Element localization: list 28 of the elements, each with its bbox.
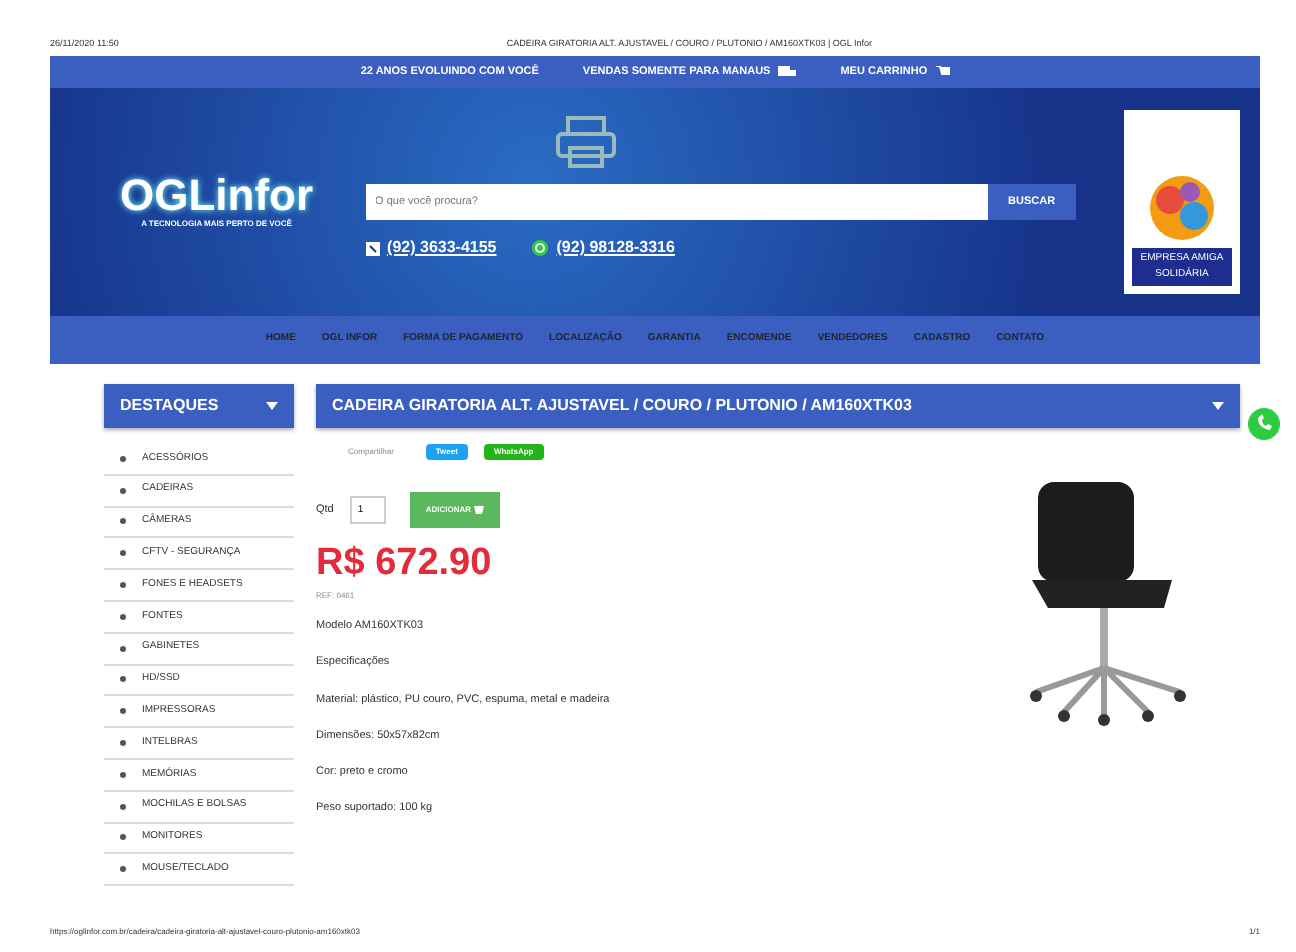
bullet-icon: [120, 834, 126, 841]
phone-number: (92) 3633-4155: [387, 236, 497, 260]
whatsapp-icon: [532, 240, 549, 256]
product-title: CADEIRA GIRATORIA ALT. AJUSTAVEL / COURO / PLUTONIO / AM160XTK03: [332, 394, 912, 418]
bullet-icon: [120, 866, 126, 873]
cart-icon: [473, 505, 484, 514]
bullet-icon: [120, 613, 126, 620]
sidebar-title: DESTAQUES: [120, 394, 219, 418]
bullet-icon: [120, 803, 126, 810]
logo-text: OGLinfor: [120, 174, 314, 218]
bullet-icon: [120, 550, 126, 557]
caret-icon: [1212, 402, 1224, 410]
bullet-icon: [120, 455, 126, 462]
bullet-icon: [120, 487, 126, 494]
cart-icon: [935, 66, 950, 78]
bullet-icon: [120, 676, 126, 683]
whatsapp-number: (92) 98128-3316: [556, 236, 675, 260]
caret-icon: [266, 402, 278, 410]
whatsapp-icon: [1248, 408, 1280, 440]
bullet-icon: [120, 582, 126, 589]
bullet-icon: [120, 518, 126, 525]
sidebar-header[interactable]: DESTAQUES: [104, 384, 294, 428]
bullet-icon: [120, 645, 126, 652]
bullet-icon: [120, 708, 126, 715]
product-price: R$ 672.90: [316, 544, 494, 582]
bullet-icon: [120, 771, 126, 778]
printer-icon: [555, 116, 616, 168]
bullet-icon: [120, 740, 126, 747]
